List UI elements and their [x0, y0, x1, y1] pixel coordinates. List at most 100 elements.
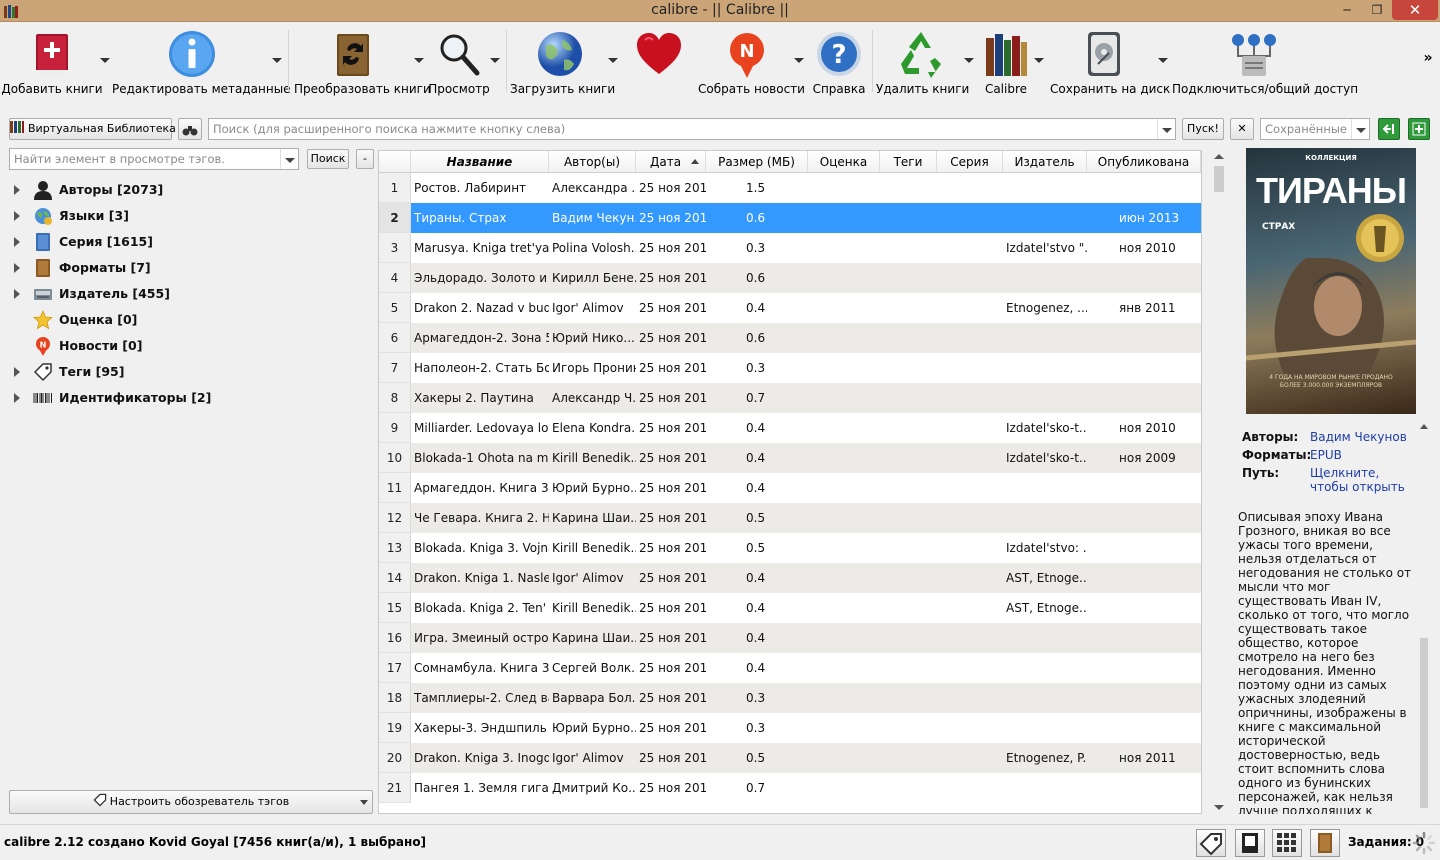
expand-arrow-icon[interactable]: [14, 237, 20, 247]
authors-link[interactable]: Вадим Чекунов: [1310, 430, 1420, 444]
column-header-size[interactable]: Размер (МБ): [706, 151, 808, 173]
book-row[interactable]: 8 Хакеры 2. Паутина Александр Ч... 25 ноя 2…: [379, 383, 1201, 413]
cover-browser-toggle[interactable]: [1310, 829, 1340, 857]
cell-author[interactable]: Kirill Benedik...: [549, 533, 636, 563]
scroll-up-arrow-icon[interactable]: [1214, 154, 1224, 159]
book-row[interactable]: 5 Drakon 2. Nazad v bud... Igor' Alimov 25 …: [379, 293, 1201, 323]
cell-author[interactable]: Варвара Бол...: [549, 683, 636, 713]
cell-title[interactable]: Blokada. Kniga 2. Ten' ...: [411, 593, 549, 623]
cell-publisher[interactable]: [1003, 713, 1087, 743]
cell-size[interactable]: 0.4: [706, 473, 808, 503]
cell-published[interactable]: [1087, 263, 1201, 293]
cell-date[interactable]: 25 ноя 2014: [636, 773, 706, 803]
cell-publisher[interactable]: Izdatel'sko-t...: [1003, 413, 1087, 443]
cell-author[interactable]: Вадим Чекун...: [549, 203, 636, 233]
row-number[interactable]: 6: [379, 323, 411, 353]
row-number[interactable]: 2: [379, 203, 411, 233]
expand-arrow-icon[interactable]: [14, 185, 20, 195]
book-row[interactable]: 11Армагеддон. Книга 3. ...Юрий Бурно...2…: [379, 473, 1201, 503]
cell-size[interactable]: 0.6: [706, 323, 808, 353]
column-header-tags[interactable]: Теги: [880, 151, 937, 173]
cell-published[interactable]: июн 2013: [1087, 203, 1201, 233]
book-row[interactable]: 1 Ростов. Лабиринт Александра ... 25 ноя 20…: [379, 173, 1201, 203]
cell-author[interactable]: Kirill Benedik...: [549, 593, 636, 623]
cell-date[interactable]: 25 ноя 2014: [636, 233, 706, 263]
column-header-published[interactable]: Опубликована: [1087, 151, 1201, 173]
cell-date[interactable]: 25 ноя 2014: [636, 203, 706, 233]
cell-title[interactable]: Marusya. Kniga tret'ya...: [411, 233, 549, 263]
row-number[interactable]: 21: [379, 773, 411, 803]
cell-size[interactable]: 0.4: [706, 653, 808, 683]
help-button[interactable]: ? Справка: [810, 22, 868, 100]
scroll-down-arrow-icon[interactable]: [1214, 805, 1224, 810]
cell-publisher[interactable]: Izdatel'sko-t...: [1003, 443, 1087, 473]
cell-author[interactable]: Александра ...: [549, 173, 636, 203]
cell-author[interactable]: Igor' Alimov: [549, 293, 636, 323]
cell-publisher[interactable]: [1003, 263, 1087, 293]
add-books-dropdown[interactable]: [100, 22, 112, 100]
book-list[interactable]: Название Автор(ы) Дата Размер (МБ) Оценк…: [378, 150, 1202, 814]
row-number[interactable]: 10: [379, 443, 411, 473]
cell-size[interactable]: 0.4: [706, 443, 808, 473]
configure-tag-browser-button[interactable]: Настроить обозреватель тэгов: [9, 790, 373, 814]
cell-date[interactable]: 25 ноя 2014: [636, 293, 706, 323]
virtual-library-button[interactable]: Виртуальная Библиотека: [9, 118, 176, 140]
cell-author[interactable]: Кирилл Бене...: [549, 263, 636, 293]
fetch-news-dropdown[interactable]: [794, 22, 806, 100]
toolbar-overflow-button[interactable]: »: [1420, 50, 1436, 70]
donate-button[interactable]: [630, 22, 688, 100]
cell-size[interactable]: 0.4: [706, 593, 808, 623]
row-number[interactable]: 18: [379, 683, 411, 713]
cell-size[interactable]: 0.4: [706, 563, 808, 593]
cell-author[interactable]: Юрий Бурно...: [549, 713, 636, 743]
book-row[interactable]: 9 Milliarder. Ledovaya lo... Elena Kondra.…: [379, 413, 1201, 443]
formats-link[interactable]: EPUB: [1310, 448, 1420, 462]
cell-date[interactable]: 25 ноя 2014: [636, 503, 706, 533]
cell-publisher[interactable]: [1003, 203, 1087, 233]
book-row[interactable]: 20 Drakon. Kniga 3. Inogd... Igor' Alimov 2…: [379, 743, 1201, 773]
cell-published[interactable]: [1087, 503, 1201, 533]
cell-published[interactable]: [1087, 593, 1201, 623]
row-number[interactable]: 14: [379, 563, 411, 593]
cell-date[interactable]: 25 ноя 2014: [636, 713, 706, 743]
convert-books-button[interactable]: Преобразовать книги: [294, 22, 431, 100]
cell-publisher[interactable]: AST, Etnoge...: [1003, 593, 1087, 623]
add-books-button[interactable]: Добавить книги: [0, 22, 104, 100]
book-row[interactable]: 7 Наполеон-2. Стать Бо... Игорь Пронин 25 н…: [379, 353, 1201, 383]
cell-publisher[interactable]: [1003, 653, 1087, 683]
cell-author[interactable]: Дмитрий Ко...: [549, 773, 636, 803]
cell-title[interactable]: Эльдорадо. Золото и ...: [411, 263, 549, 293]
cell-date[interactable]: 25 ноя 2014: [636, 563, 706, 593]
row-number[interactable]: 16: [379, 623, 411, 653]
cell-date[interactable]: 25 ноя 2014: [636, 413, 706, 443]
cell-title[interactable]: Сомнамбула. Книга 3....: [411, 653, 549, 683]
cell-size[interactable]: 0.3: [706, 713, 808, 743]
get-books-button[interactable]: Загрузить книги: [510, 22, 615, 100]
cell-published[interactable]: [1087, 473, 1201, 503]
expand-arrow-icon[interactable]: [14, 263, 20, 273]
row-number[interactable]: 15: [379, 593, 411, 623]
row-number[interactable]: 11: [379, 473, 411, 503]
saved-searches-dropdown[interactable]: [1351, 119, 1369, 139]
saved-searches-select[interactable]: Сохранённые ...: [1260, 118, 1370, 140]
cell-publisher[interactable]: [1003, 323, 1087, 353]
column-header-title[interactable]: Название: [411, 151, 549, 173]
cell-title[interactable]: Blokada-1 Ohota na m...: [411, 443, 549, 473]
book-row[interactable]: 19 Хакеры-3. Эндшпиль Юрий Бурно... 25 ноя …: [379, 713, 1201, 743]
cell-publisher[interactable]: [1003, 773, 1087, 803]
cell-size[interactable]: 1.5: [706, 173, 808, 203]
cell-author[interactable]: Юрий Нико...: [549, 323, 636, 353]
minimize-button[interactable]: ─: [1332, 0, 1362, 20]
cell-size[interactable]: 0.6: [706, 203, 808, 233]
convert-books-dropdown[interactable]: [414, 22, 426, 100]
cell-publisher[interactable]: [1003, 353, 1087, 383]
cell-title[interactable]: Наполеон-2. Стать Бо...: [411, 353, 549, 383]
cell-publisher[interactable]: [1003, 503, 1087, 533]
remove-books-dropdown[interactable]: [964, 22, 976, 100]
cell-published[interactable]: [1087, 563, 1201, 593]
cell-author[interactable]: Igor' Alimov: [549, 563, 636, 593]
search-input[interactable]: Поиск (для расширенного поиска нажмите к…: [208, 118, 1176, 140]
cell-publisher[interactable]: Izdatel'stvo "...: [1003, 233, 1087, 263]
cell-publisher[interactable]: Izdatel'stvo: ...: [1003, 533, 1087, 563]
tag-category-rating[interactable]: Оценка [0]: [0, 307, 376, 333]
